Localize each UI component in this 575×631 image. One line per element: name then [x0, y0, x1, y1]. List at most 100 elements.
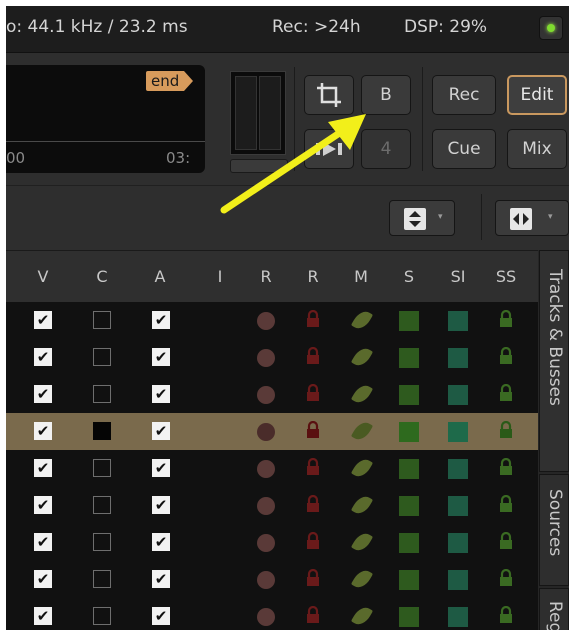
solo-isolate-icon[interactable] [448, 385, 468, 405]
record-safe-lock-icon[interactable] [304, 346, 322, 365]
solo-safe-lock-icon[interactable] [497, 383, 515, 402]
active-checkbox[interactable]: ✔ [152, 422, 170, 440]
record-safe-lock-icon[interactable] [304, 309, 322, 328]
end-marker[interactable]: end [146, 71, 194, 91]
solo-isolate-icon[interactable] [448, 348, 468, 368]
solo-isolate-icon[interactable] [448, 311, 468, 331]
active-checkbox[interactable]: ✔ [152, 496, 170, 514]
active-checkbox[interactable]: ✔ [152, 607, 170, 625]
color-checkbox[interactable] [93, 533, 111, 551]
record-enable-icon[interactable] [257, 497, 275, 515]
active-checkbox[interactable]: ✔ [152, 459, 170, 477]
record-enable-icon[interactable] [257, 312, 275, 330]
cue-window-button[interactable]: Cue [432, 129, 496, 169]
color-checkbox[interactable] [93, 311, 111, 329]
solo-isolate-icon[interactable] [448, 570, 468, 590]
mini-timeline[interactable]: end 00 03: [6, 65, 205, 173]
mute-icon[interactable] [350, 603, 374, 629]
visible-checkbox[interactable]: ✔ [34, 385, 52, 403]
solo-isolate-icon[interactable] [448, 533, 468, 553]
track-row[interactable]: ✔ ✔ [6, 339, 538, 376]
solo-icon[interactable] [399, 570, 419, 590]
tab-regions[interactable]: Reg [539, 588, 569, 630]
mute-icon[interactable] [350, 307, 374, 333]
edit-window-button[interactable]: Edit [507, 75, 567, 115]
mute-icon[interactable] [350, 492, 374, 518]
track-row[interactable]: ✔ ✔ [6, 413, 538, 450]
mute-icon[interactable] [350, 529, 374, 555]
solo-safe-lock-icon[interactable] [497, 457, 515, 476]
solo-safe-lock-icon[interactable] [497, 605, 515, 624]
record-safe-lock-icon[interactable] [304, 420, 322, 439]
solo-safe-lock-icon[interactable] [497, 494, 515, 513]
solo-safe-lock-icon[interactable] [497, 346, 515, 365]
solo-safe-lock-icon[interactable] [497, 568, 515, 587]
track-row[interactable]: ✔ ✔ [6, 376, 538, 413]
solo-icon[interactable] [399, 385, 419, 405]
dsp-indicator-button[interactable] [539, 16, 563, 40]
color-checkbox[interactable] [93, 496, 111, 514]
record-safe-lock-icon[interactable] [304, 494, 322, 513]
record-enable-icon[interactable] [257, 349, 275, 367]
track-row[interactable]: ✔ ✔ [6, 524, 538, 561]
visible-checkbox[interactable]: ✔ [34, 607, 52, 625]
solo-safe-lock-icon[interactable] [497, 420, 515, 439]
solo-icon[interactable] [399, 459, 419, 479]
vertical-zoom-dropdown[interactable]: ▾ [389, 200, 455, 236]
solo-icon[interactable] [399, 422, 419, 442]
mute-icon[interactable] [350, 381, 374, 407]
solo-icon[interactable] [399, 496, 419, 516]
color-checkbox[interactable] [93, 607, 111, 625]
active-checkbox[interactable]: ✔ [152, 348, 170, 366]
visible-checkbox[interactable]: ✔ [34, 422, 52, 440]
solo-isolate-icon[interactable] [448, 496, 468, 516]
mute-icon[interactable] [350, 455, 374, 481]
color-checkbox[interactable] [93, 348, 111, 366]
color-checkbox[interactable] [93, 570, 111, 588]
visible-checkbox[interactable]: ✔ [34, 459, 52, 477]
record-enable-icon[interactable] [257, 534, 275, 552]
visible-checkbox[interactable]: ✔ [34, 496, 52, 514]
mute-icon[interactable] [350, 566, 374, 592]
record-enable-icon[interactable] [257, 460, 275, 478]
visible-checkbox[interactable]: ✔ [34, 348, 52, 366]
solo-safe-lock-icon[interactable] [497, 531, 515, 550]
solo-isolate-icon[interactable] [448, 422, 468, 442]
solo-isolate-icon[interactable] [448, 607, 468, 627]
visible-checkbox[interactable]: ✔ [34, 311, 52, 329]
active-checkbox[interactable]: ✔ [152, 533, 170, 551]
active-checkbox[interactable]: ✔ [152, 570, 170, 588]
record-enable-icon[interactable] [257, 423, 275, 441]
visible-checkbox[interactable]: ✔ [34, 533, 52, 551]
record-enable-icon[interactable] [257, 571, 275, 589]
record-safe-lock-icon[interactable] [304, 531, 322, 550]
track-row[interactable]: ✔ ✔ [6, 598, 538, 630]
track-row[interactable]: ✔ ✔ [6, 450, 538, 487]
tab-tracks-busses[interactable]: Tracks & Busses [539, 250, 569, 472]
solo-icon[interactable] [399, 311, 419, 331]
track-row[interactable]: ✔ ✔ [6, 302, 538, 339]
record-safe-lock-icon[interactable] [304, 568, 322, 587]
rec-window-button[interactable]: Rec [432, 75, 496, 115]
solo-icon[interactable] [399, 348, 419, 368]
track-row[interactable]: ✔ ✔ [6, 487, 538, 524]
color-checkbox[interactable] [93, 459, 111, 477]
solo-isolate-icon[interactable] [448, 459, 468, 479]
record-enable-icon[interactable] [257, 386, 275, 404]
track-row[interactable]: ✔ ✔ [6, 561, 538, 598]
record-safe-lock-icon[interactable] [304, 383, 322, 402]
record-safe-lock-icon[interactable] [304, 605, 322, 624]
active-checkbox[interactable]: ✔ [152, 385, 170, 403]
mix-window-button[interactable]: Mix [507, 129, 567, 169]
solo-icon[interactable] [399, 533, 419, 553]
solo-safe-lock-icon[interactable] [497, 309, 515, 328]
horizontal-zoom-dropdown[interactable]: ▾ [495, 200, 569, 236]
tab-sources[interactable]: Sources [539, 474, 569, 586]
mute-icon[interactable] [350, 344, 374, 370]
color-checkbox[interactable] [93, 422, 111, 440]
record-safe-lock-icon[interactable] [304, 457, 322, 476]
visible-checkbox[interactable]: ✔ [34, 570, 52, 588]
record-enable-icon[interactable] [257, 608, 275, 626]
solo-icon[interactable] [399, 607, 419, 627]
color-checkbox[interactable] [93, 385, 111, 403]
